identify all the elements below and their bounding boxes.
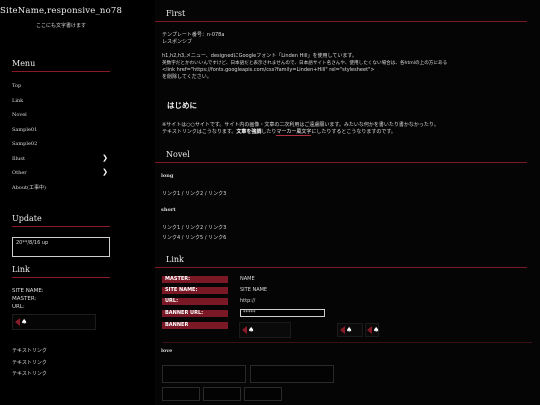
form-row-url: URL: http:// bbox=[162, 298, 532, 306]
menu-item-link[interactable]: Link bbox=[12, 96, 110, 111]
form-label-site-name: SITE NAME: bbox=[162, 287, 228, 294]
spade-icon: ♠ bbox=[248, 326, 255, 334]
form-row-site-name: SITE NAME: SITE NAME bbox=[162, 287, 532, 295]
section-heading-hajimeni: はじめに bbox=[167, 101, 197, 110]
form-row-master: MASTER: NAME bbox=[162, 276, 532, 284]
form-label-banner-url: BANNER URL: bbox=[162, 310, 228, 317]
novel-short-label: short bbox=[161, 207, 176, 213]
link-info-master: MASTER: bbox=[12, 296, 37, 302]
hajimeni-body: ※サイトは○○サイトです。サイト内の画像・文章の二次利用はご遠慮願います。みたい… bbox=[155, 122, 533, 136]
menu-item-sample01[interactable]: Sample01 bbox=[12, 125, 110, 140]
main-content: First テンプレート番号：n-078a レスポンシブ h1,h2,h3,メニ… bbox=[155, 0, 540, 405]
update-heading: Update bbox=[12, 214, 110, 227]
banner-image: ♠ bbox=[242, 326, 254, 334]
first-line: を削除してください。 bbox=[162, 74, 212, 80]
menu-item-top[interactable]: Top bbox=[12, 81, 110, 96]
novel-long-links[interactable]: リンク1 / リンク2 / リンク3 bbox=[155, 191, 226, 198]
link-heading: Link bbox=[12, 265, 110, 278]
menu-item-label: Top bbox=[12, 83, 22, 89]
banner-url-field[interactable]: ***** bbox=[240, 309, 325, 317]
section-heading-link: Link bbox=[155, 255, 527, 268]
love-banner-slot[interactable] bbox=[162, 387, 200, 401]
hajimeni-line: テキストリンクはこうなります。文章を強調したりマーカー風文字にしたりするとこうな… bbox=[162, 129, 533, 136]
menu-item-label: Link bbox=[12, 97, 24, 104]
banner-sample-small[interactable]: ♠ bbox=[365, 323, 379, 337]
update-textarea[interactable]: 20**/8/16 up bbox=[12, 237, 110, 257]
first-line: <link href="https://fonts.googleapis.com… bbox=[162, 67, 375, 73]
arrow-left-icon bbox=[340, 326, 345, 334]
link-info-url: URL: bbox=[12, 304, 25, 310]
banner-image: ♠ bbox=[367, 326, 379, 334]
hajimeni-line: ※サイトは○○サイトです。サイト内の画像・文章の二次利用はご遠慮願います。みたい… bbox=[162, 122, 439, 128]
first-line bbox=[162, 46, 530, 53]
first-line: 英数字だとかわいいんですけど、日本語だと表示されませんので、日本語サイト名さんや… bbox=[162, 61, 448, 66]
first-line: テンプレート番号：n-078a bbox=[162, 32, 225, 38]
novel-long-label: long bbox=[161, 173, 174, 179]
text-link[interactable]: テキストリンク bbox=[12, 358, 122, 370]
marker-text: マーカー風文字 bbox=[276, 129, 312, 136]
bold-text: 文章を強調 bbox=[236, 129, 262, 135]
form-row-banner-url: BANNER URL: ***** bbox=[162, 309, 532, 318]
menu-list: Top Link Novel Sample01 Sample02 Illust ❯… bbox=[12, 81, 110, 197]
novel-short-links-2[interactable]: リンク4 / リンク5 / リンク6 bbox=[155, 235, 226, 242]
form-value-master: NAME bbox=[240, 276, 255, 282]
love-banner-slot[interactable] bbox=[250, 365, 334, 383]
text-link[interactable]: テキストリンク bbox=[12, 369, 122, 381]
banner-image: ♠ bbox=[340, 326, 352, 334]
novel-short-links-1[interactable]: リンク1 / リンク2 / リンク3 bbox=[155, 225, 226, 232]
menu-item-label: Sample02 bbox=[12, 141, 38, 147]
chevron-right-icon[interactable]: ❯ bbox=[102, 154, 108, 163]
love-label: love bbox=[161, 348, 173, 354]
sidebar-banner[interactable]: ♠ bbox=[12, 314, 96, 330]
menu-heading: Menu bbox=[12, 59, 110, 72]
menu-item-about[interactable]: About(工事中) bbox=[12, 183, 110, 198]
section-heading-novel: Novel bbox=[155, 150, 527, 163]
menu-item-label: Illust bbox=[12, 155, 25, 162]
menu-item-illust[interactable]: Illust ❯ bbox=[12, 154, 110, 169]
text-link[interactable]: テキストリンク bbox=[162, 129, 197, 135]
arrow-left-icon bbox=[367, 326, 372, 334]
site-subtitle: ここにも文字書けます bbox=[35, 23, 86, 29]
banner-image: ♠ bbox=[15, 318, 27, 326]
text-link[interactable]: テキストリンク bbox=[12, 346, 122, 358]
menu-item-other[interactable]: Other ❯ bbox=[12, 168, 110, 183]
plain-text: したり bbox=[261, 129, 277, 135]
plain-text: にしたりするとこうなりますのです。 bbox=[311, 129, 396, 135]
banner-sample-large[interactable]: ♠ bbox=[239, 322, 291, 338]
link-info: SITE NAME: MASTER: URL: bbox=[12, 287, 122, 311]
arrow-left-icon bbox=[15, 318, 20, 326]
menu-item-label: About(工事中) bbox=[12, 184, 46, 191]
form-label-url: URL: bbox=[162, 298, 228, 305]
form-value-site-name: SITE NAME bbox=[240, 287, 268, 293]
form-value-url: http:// bbox=[240, 298, 256, 304]
love-banner-slot[interactable] bbox=[244, 387, 282, 401]
chevron-right-icon[interactable]: ❯ bbox=[102, 168, 108, 177]
menu-item-label: Novel bbox=[12, 112, 27, 118]
menu-item-label: Other bbox=[12, 170, 27, 176]
love-banner-slot[interactable] bbox=[203, 387, 241, 401]
menu-item-novel[interactable]: Novel bbox=[12, 110, 110, 125]
menu-item-sample02[interactable]: Sample02 bbox=[12, 139, 110, 154]
site-title[interactable]: SiteName,responsive_no78 bbox=[0, 6, 122, 16]
spade-icon: ♠ bbox=[373, 326, 380, 334]
menu-item-label: Sample01 bbox=[12, 126, 38, 133]
divider bbox=[162, 342, 532, 343]
first-body: テンプレート番号：n-078a レスポンシブ h1,h2,h3,メニュー、des… bbox=[155, 32, 530, 81]
banner-sample-medium[interactable]: ♠ bbox=[337, 323, 363, 337]
arrow-left-icon bbox=[242, 326, 247, 334]
form-label-banner: BANNER bbox=[162, 322, 228, 329]
section-heading-first: First bbox=[155, 9, 527, 22]
first-line: レスポンシブ bbox=[162, 39, 193, 45]
text-link-list: テキストリンク テキストリンク テキストリンク bbox=[12, 346, 122, 381]
plain-text: はこうなります。 bbox=[196, 129, 237, 135]
love-banner-slot[interactable] bbox=[162, 365, 246, 383]
form-label-master: MASTER: bbox=[162, 276, 228, 283]
sidebar: SiteName,responsive_no78 ここにも文字書けます Menu… bbox=[0, 0, 122, 405]
spade-icon: ♠ bbox=[21, 318, 28, 326]
spade-icon: ♠ bbox=[346, 326, 353, 334]
first-line: h1,h2,h3,メニュー、designedにGoogleフォント「Linden… bbox=[162, 53, 357, 59]
link-info-site-name: SITE NAME: bbox=[12, 288, 44, 294]
